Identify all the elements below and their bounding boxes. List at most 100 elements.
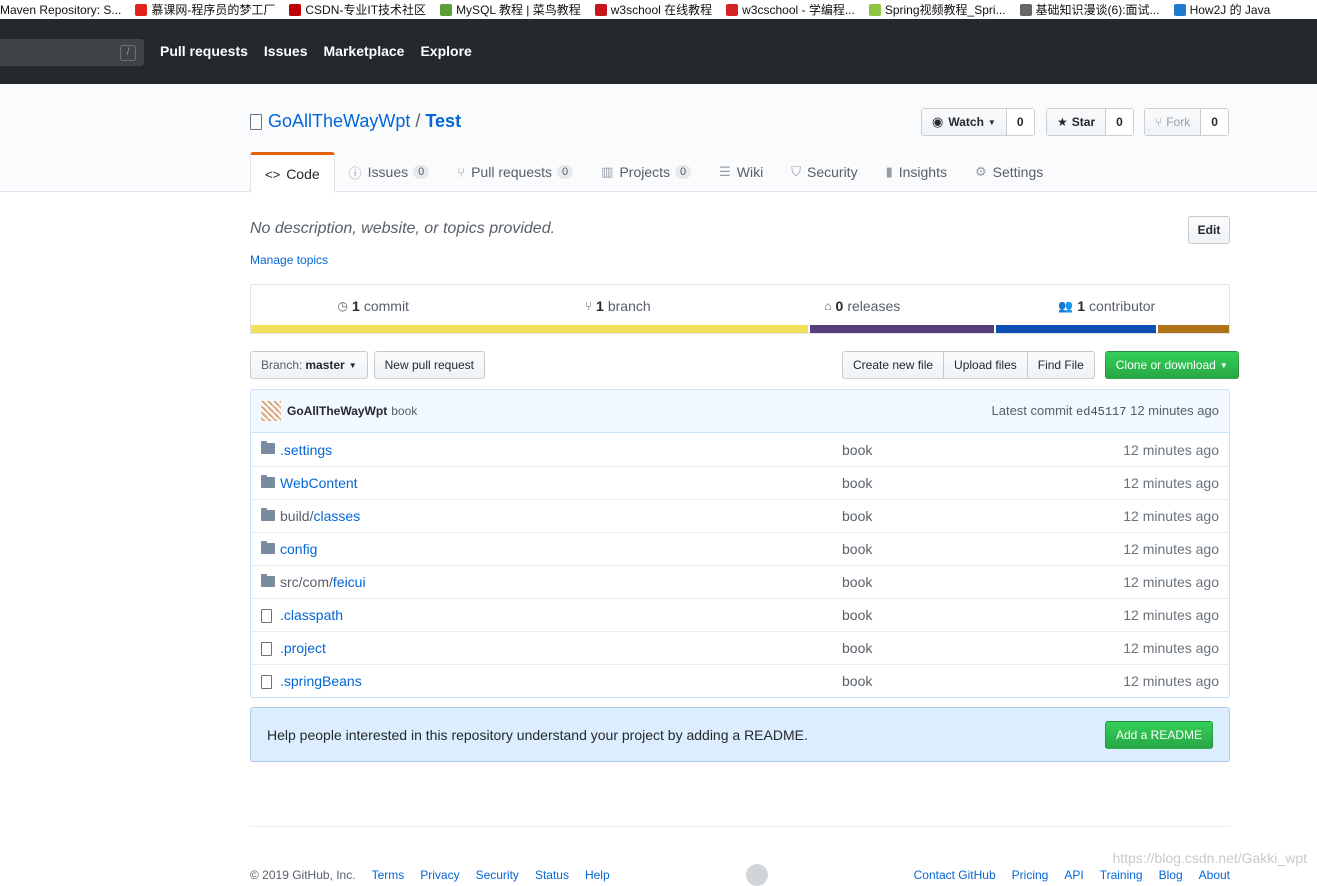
summary-commit[interactable]: ◷ 1 commit (251, 285, 496, 327)
footer-link-security[interactable]: Security (476, 868, 519, 882)
clone-or-download-button[interactable]: Clone or download ▼ (1104, 351, 1239, 379)
file-name: WebContent (280, 475, 358, 491)
footer-link-api[interactable]: API (1064, 868, 1083, 882)
file-age: 12 minutes ago (1123, 574, 1219, 590)
bookmarks-bar: Maven Repository: S... 慕课网-程序员的梦工厂 CSDN-专业… (0, 0, 1317, 19)
bookmark-item[interactable]: CSDN-专业IT技术社区 (289, 1, 426, 18)
bookmark-item[interactable]: Maven Repository: S... (0, 3, 121, 17)
bookmark-label: 基础知识漫谈(6):面试... (1035, 3, 1160, 17)
commit-message-link[interactable]: book (391, 404, 417, 418)
file-path-prefix[interactable]: build/ (280, 508, 313, 524)
file-link[interactable]: classes (313, 508, 360, 524)
fork-button[interactable]: ⑂ Fork (1145, 109, 1202, 135)
footer-link-pricing[interactable]: Pricing (1012, 868, 1049, 882)
bookmark-item[interactable]: w3cschool - 学编程... (726, 1, 855, 18)
summary-count: 0 (835, 298, 844, 314)
edit-description-button[interactable]: Edit (1188, 216, 1230, 244)
watch-group: ◉ Watch ▼ 0 (921, 108, 1035, 136)
file-commit-message[interactable]: book (842, 607, 872, 623)
file-link[interactable]: .classpath (280, 607, 343, 623)
nav-pull-requests[interactable]: Pull requests (160, 43, 248, 59)
file-commit-message[interactable]: book (842, 574, 872, 590)
file-link[interactable]: WebContent (280, 475, 358, 491)
summary-branch[interactable]: ⑂ 1 branch (496, 285, 741, 327)
star-count[interactable]: 0 (1106, 109, 1133, 135)
language-bar[interactable] (251, 325, 1229, 333)
file-name: .classpath (280, 607, 343, 623)
manage-topics-link[interactable]: Manage topics (250, 253, 328, 267)
commit-author-link[interactable]: GoAllTheWayWpt (287, 404, 387, 418)
summary-contributor[interactable]: 👥 1 contributor (985, 285, 1230, 327)
nav-issues[interactable]: Issues (264, 43, 308, 59)
file-link[interactable]: .project (280, 640, 326, 656)
add-readme-button[interactable]: Add a README (1104, 721, 1213, 749)
star-button[interactable]: ★ Star (1047, 109, 1107, 135)
tab-pull-requests[interactable]: ⑂ Pull requests 0 (443, 152, 587, 192)
repo-name-link[interactable]: Test (425, 111, 461, 132)
watch-button[interactable]: ◉ Watch ▼ (922, 109, 1007, 135)
github-logo-icon[interactable] (746, 864, 768, 886)
fork-count[interactable]: 0 (1201, 109, 1228, 135)
file-nav-right: Create new file Upload files Find File C… (842, 351, 1239, 379)
bookmark-label: How2J 的 Java (1189, 3, 1271, 17)
repo-owner-link[interactable]: GoAllTheWayWpt (268, 111, 410, 132)
file-name: build/classes (280, 508, 360, 524)
search-input[interactable]: / (0, 39, 144, 66)
file-path-prefix[interactable]: src/com/ (280, 574, 333, 590)
file-link[interactable]: feicui (333, 574, 366, 590)
footer-link-blog[interactable]: Blog (1159, 868, 1183, 882)
file-link[interactable]: .settings (280, 442, 332, 458)
tab-counter: 0 (413, 165, 430, 179)
repo-header: GoAllTheWayWpt / Test ◉ Watch ▼ 0 ★ Star… (0, 84, 1317, 193)
watch-count[interactable]: 0 (1006, 109, 1034, 135)
file-commit-message[interactable]: book (842, 442, 872, 458)
tab-insights[interactable]: ▮ Insights (872, 152, 961, 192)
folder-icon (261, 541, 275, 554)
repo-tabs: <> Code ⓘ Issues 0 ⑂ Pull requests 0 ▥ Projects 0 ☰… (250, 152, 1057, 193)
find-file-button[interactable]: Find File (1027, 351, 1095, 379)
footer-link-training[interactable]: Training (1100, 868, 1143, 882)
file-link[interactable]: config (280, 541, 317, 557)
footer-link-contact-github[interactable]: Contact GitHub (914, 868, 996, 882)
tab-security[interactable]: ⛉ Security (777, 152, 871, 192)
file-commit-message[interactable]: book (842, 508, 872, 524)
nav-marketplace[interactable]: Marketplace (324, 43, 405, 59)
numbers-summary: ◷ 1 commit ⑂ 1 branch ⌂ 0 releases 👥 1 contributor (250, 284, 1230, 334)
language-segment (809, 325, 994, 333)
commit-sha-link[interactable]: ed45117 (1076, 405, 1126, 419)
file-age: 12 minutes ago (1123, 673, 1219, 689)
footer-copyright: © 2019 GitHub, Inc. (250, 868, 356, 882)
footer-link-status[interactable]: Status (535, 868, 569, 882)
tab-projects[interactable]: ▥ Projects 0 (587, 152, 705, 192)
bookmark-item[interactable]: 慕课网-程序员的梦工厂 (135, 1, 275, 18)
bookmark-item[interactable]: 基础知识漫谈(6):面试... (1019, 1, 1160, 18)
footer-link-help[interactable]: Help (585, 868, 610, 882)
create-new-file-button[interactable]: Create new file (842, 351, 945, 379)
file-commit-message[interactable]: book (842, 475, 872, 491)
bookmark-item[interactable]: Spring视频教程_Spri... (868, 1, 1006, 18)
upload-files-button[interactable]: Upload files (944, 351, 1028, 379)
tab-issues[interactable]: ⓘ Issues 0 (335, 152, 444, 192)
tab-code[interactable]: <> Code (250, 152, 335, 193)
bookmark-item[interactable]: How2J 的 Java (1173, 1, 1271, 18)
summary-releases[interactable]: ⌂ 0 releases (740, 285, 985, 327)
footer-link-privacy[interactable]: Privacy (420, 868, 459, 882)
bookmark-item[interactable]: w3school 在线教程 (594, 1, 712, 18)
file-commit-message[interactable]: book (842, 541, 872, 557)
new-pull-request-button[interactable]: New pull request (373, 351, 486, 379)
footer-link-about[interactable]: About (1199, 868, 1230, 882)
nav-explore[interactable]: Explore (420, 43, 471, 59)
tab-settings[interactable]: ⚙ Settings (961, 152, 1057, 192)
tab-wiki[interactable]: ☰ Wiki (705, 152, 777, 192)
language-segment (1158, 325, 1229, 333)
file-link[interactable]: .springBeans (280, 673, 362, 689)
avatar[interactable] (261, 401, 281, 421)
file-name: .settings (280, 442, 332, 458)
repo-icon (250, 113, 262, 130)
file-commit-message[interactable]: book (842, 640, 872, 656)
file-commit-message[interactable]: book (842, 673, 872, 689)
bookmark-item[interactable]: MySQL 教程 | 菜鸟教程 (440, 1, 581, 18)
footer-link-terms[interactable]: Terms (372, 868, 405, 882)
branch-select[interactable]: Branch: master ▼ (250, 351, 368, 379)
file-icon (261, 675, 272, 689)
